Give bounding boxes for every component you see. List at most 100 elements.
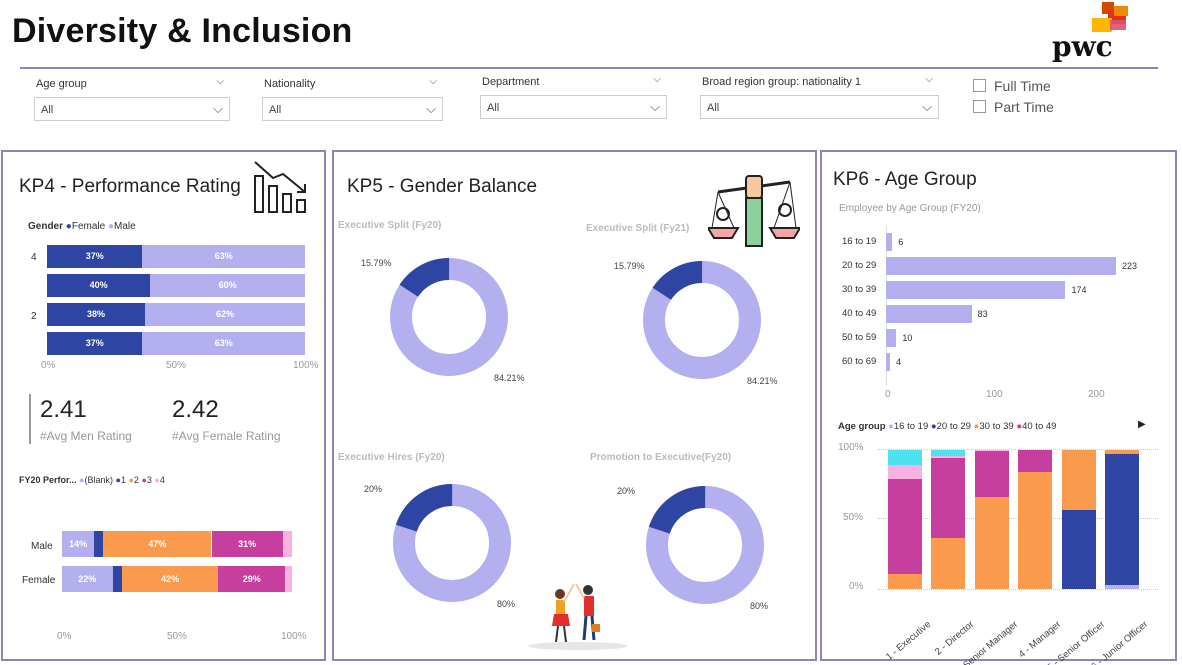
donut-chart bbox=[390, 258, 508, 376]
pwc-logo: pwc bbox=[1052, 2, 1136, 66]
chevron-down-icon[interactable]: ⌵ bbox=[925, 74, 933, 85]
stack-segment bbox=[931, 537, 966, 589]
bar-label: 16 to 19 bbox=[842, 236, 877, 247]
perf-segment bbox=[285, 566, 292, 592]
bar-value: 10 bbox=[902, 333, 913, 343]
perf-segment: 31% bbox=[211, 531, 283, 557]
slicer-value: All bbox=[487, 102, 500, 114]
legend-item: 4 bbox=[159, 475, 165, 485]
bar-value: 83 bbox=[977, 309, 988, 319]
age-legend: Age group ●16 to 19 ●20 to 29 ●30 to 39 … bbox=[838, 421, 1057, 432]
stack-segment bbox=[931, 455, 966, 459]
stack-segment bbox=[888, 479, 922, 574]
slicer-label: Nationality bbox=[264, 78, 316, 90]
panel-kp6: KP6 - Age Group Employee by Age Group (F… bbox=[820, 150, 1177, 665]
axis-tick: 0% bbox=[41, 360, 56, 371]
panel-title: KP5 - Gender Balance bbox=[347, 176, 538, 197]
chevron-down-icon[interactable]: ⌵ bbox=[429, 76, 437, 87]
bar-value: 174 bbox=[1071, 285, 1087, 295]
bar-value: 4 bbox=[896, 357, 902, 367]
chevron-down-icon: ⌵ bbox=[922, 99, 932, 114]
checkbox-part-time[interactable]: Part Time bbox=[973, 99, 1054, 115]
slicer-value: All bbox=[41, 104, 54, 116]
age-bar bbox=[886, 233, 893, 251]
donut-title: Executive Hires (Fy20) bbox=[338, 452, 445, 463]
slicer-dropdown[interactable]: All ⌵ bbox=[34, 97, 230, 121]
bar-label: 20 to 29 bbox=[842, 260, 877, 271]
donut-label-large: 80% bbox=[750, 601, 769, 611]
slicer-region[interactable]: Broad region group: nationality 1 ⌵ All ⌵ bbox=[692, 70, 939, 120]
stack-segment bbox=[931, 458, 966, 538]
slicer-dropdown[interactable]: All ⌵ bbox=[700, 95, 939, 119]
legend-item: 40 to 49 bbox=[1022, 421, 1057, 432]
bar-value: 223 bbox=[1122, 261, 1138, 271]
age-bar bbox=[886, 257, 1116, 275]
bar-male: 63% bbox=[142, 332, 305, 355]
donut-chart bbox=[393, 484, 511, 602]
checkbox-box[interactable] bbox=[973, 79, 986, 92]
donut-title: Executive Split (Fy21) bbox=[586, 223, 690, 234]
legend-item: 30 to 39 bbox=[979, 421, 1014, 432]
legend-female: Female bbox=[71, 221, 106, 232]
legend-item: 3 bbox=[146, 475, 152, 485]
legend-next-arrow-icon[interactable]: ▶ bbox=[1138, 419, 1146, 430]
perf-segment: 14% bbox=[62, 531, 95, 557]
chevron-down-icon[interactable]: ⌵ bbox=[653, 74, 661, 85]
perf-segment: 42% bbox=[121, 566, 219, 592]
row-label: 4 bbox=[31, 252, 37, 263]
perf-legend: FY20 Perfor... ●(Blank) ●1 ●2 ●3 ●4 bbox=[19, 475, 165, 485]
slicer-label: Broad region group: nationality 1 bbox=[702, 76, 861, 88]
checkbox-full-time[interactable]: Full Time bbox=[973, 78, 1051, 94]
axis-tick: 0 bbox=[885, 389, 891, 400]
stack-segment bbox=[1105, 454, 1139, 585]
age-bar bbox=[886, 353, 891, 371]
donut-title: Promotion to Executive(Fy20) bbox=[590, 452, 732, 463]
donut-label-small: 20% bbox=[617, 486, 636, 496]
kpi-divider bbox=[29, 394, 31, 444]
avg-female-value: 2.42 bbox=[172, 396, 219, 423]
chevron-down-icon[interactable]: ⌵ bbox=[216, 76, 224, 87]
checkbox-box[interactable] bbox=[973, 100, 986, 113]
slicer-department[interactable]: Department ⌵ All ⌵ bbox=[472, 70, 667, 120]
bar-male: 60% bbox=[150, 274, 305, 297]
stack-segment bbox=[888, 450, 922, 466]
header-divider bbox=[20, 67, 1158, 69]
gender-legend: Gender ●Female ●Male bbox=[28, 221, 136, 232]
legend-title: Age group bbox=[838, 421, 886, 432]
slicer-dropdown[interactable]: All ⌵ bbox=[480, 95, 667, 119]
legend-male: Male bbox=[114, 221, 136, 232]
age-bar bbox=[886, 329, 897, 347]
axis-tick: 0% bbox=[849, 581, 864, 592]
stack-segment bbox=[1018, 450, 1053, 473]
bar-label: 50 to 59 bbox=[842, 332, 877, 343]
age-bar bbox=[886, 281, 1066, 299]
high-five-illustration bbox=[528, 583, 628, 650]
slicer-dropdown[interactable]: All ⌵ bbox=[262, 97, 443, 121]
axis-tick: 200 bbox=[1088, 389, 1105, 400]
bar-label: 60 to 69 bbox=[842, 356, 877, 367]
legend-item: (Blank) bbox=[84, 475, 113, 485]
donut-label-large: 80% bbox=[497, 599, 516, 609]
avg-men-label: #Avg Men Rating bbox=[40, 429, 132, 443]
chevron-down-icon: ⌵ bbox=[213, 101, 223, 116]
legend-item: 20 to 29 bbox=[936, 421, 971, 432]
avg-female-label: #Avg Female Rating bbox=[172, 429, 281, 443]
page-title: Diversity & Inclusion bbox=[12, 12, 353, 50]
bar-label: 30 to 39 bbox=[842, 284, 877, 295]
axis-tick: 0% bbox=[57, 631, 72, 642]
slicer-age-group[interactable]: Age group ⌵ All ⌵ bbox=[26, 72, 230, 122]
stack-segment bbox=[974, 497, 1009, 589]
chart-subtitle: Employee by Age Group (FY20) bbox=[839, 203, 981, 214]
age-bar bbox=[886, 305, 972, 323]
donut-title: Executive Split (Fy20) bbox=[338, 220, 442, 231]
stack-segment bbox=[1018, 472, 1053, 589]
stack-segment bbox=[1105, 450, 1139, 455]
perf-segment: 47% bbox=[103, 531, 212, 557]
donut-chart bbox=[643, 261, 761, 379]
slicer-label: Department bbox=[482, 76, 540, 88]
stack-segment bbox=[888, 465, 922, 480]
stack-segment bbox=[931, 450, 966, 456]
stack-segment bbox=[1061, 450, 1096, 510]
slicer-nationality[interactable]: Nationality ⌵ All ⌵ bbox=[254, 72, 443, 122]
bar-female: 37% bbox=[47, 245, 143, 268]
